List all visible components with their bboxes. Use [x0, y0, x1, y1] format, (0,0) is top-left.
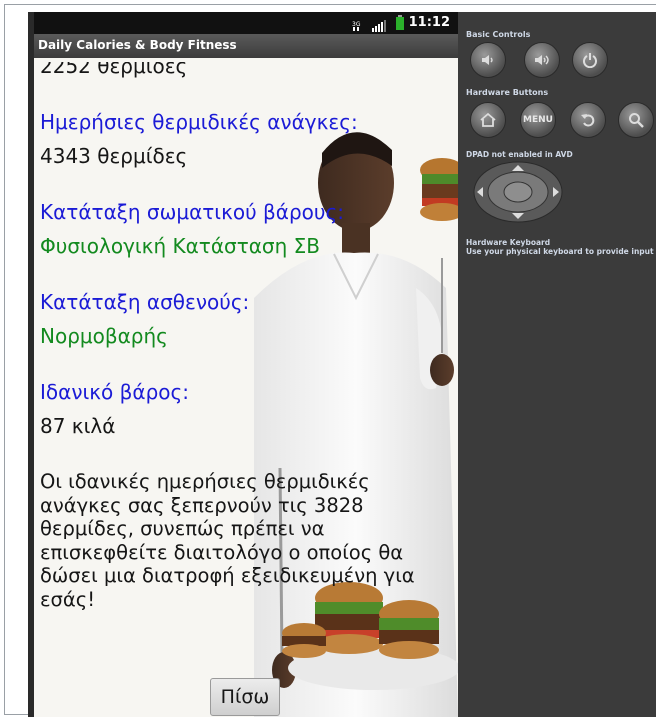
daily-needs-value: 4343 θερμίδες	[40, 144, 188, 168]
recommendation-message: Οι ιδανικές ημερήσιες θερμιδικές ανάγκες…	[40, 470, 415, 611]
status-time: 11:12	[408, 15, 450, 30]
phone-screen: 3G 11:12 Daily Calories & Body Fitness 2…	[34, 12, 458, 717]
back-button[interactable]: Πίσω	[210, 678, 280, 716]
man-with-burger-background-image	[254, 132, 458, 717]
app-title: Daily Calories & Body Fitness	[38, 38, 237, 52]
home-icon[interactable]	[470, 102, 506, 138]
hardware-buttons-label: Hardware Buttons	[466, 88, 549, 97]
volume-down-icon[interactable]	[470, 42, 506, 78]
right-margin	[656, 0, 662, 717]
ideal-weight-value: 87 κιλά	[40, 414, 116, 438]
ideal-weight-label: Ιδανικό βάρος:	[40, 380, 189, 404]
svg-text:3G: 3G	[352, 21, 361, 28]
basic-controls-label: Basic Controls	[466, 30, 531, 39]
status-bar: 3G 11:12	[34, 12, 458, 34]
hardware-keyboard-label: Hardware Keyboard	[466, 238, 551, 247]
daily-needs-label: Ημερήσιες θερμιδικές ανάγκες:	[40, 110, 358, 134]
menu-icon[interactable]: MENU	[520, 102, 556, 138]
body-weight-class-value: Φυσιολογική Κατάσταση ΣΒ	[40, 234, 320, 258]
dpad-note: DPAD not enabled in AVD	[466, 150, 573, 159]
emulator-controls-panel: Basic Controls Hardware Buttons MENU DPA…	[458, 12, 658, 717]
patient-class-label: Κατάταξη ασθενούς:	[40, 290, 250, 314]
search-icon[interactable]	[618, 102, 654, 138]
volume-up-icon[interactable]	[524, 42, 560, 78]
dpad-icon[interactable]	[472, 160, 564, 224]
battery-icon	[396, 15, 404, 34]
power-icon[interactable]	[572, 42, 608, 78]
patient-class-value: Νορμοβαρής	[40, 324, 168, 348]
body-weight-class-label: Κατάταξη σωματικού βάρους:	[40, 200, 344, 224]
app-title-bar: Daily Calories & Body Fitness	[34, 34, 458, 58]
menu-button-label: MENU	[523, 115, 553, 125]
back-icon[interactable]	[570, 102, 606, 138]
hardware-keyboard-note: Use your physical keyboard to provide in…	[466, 247, 654, 256]
